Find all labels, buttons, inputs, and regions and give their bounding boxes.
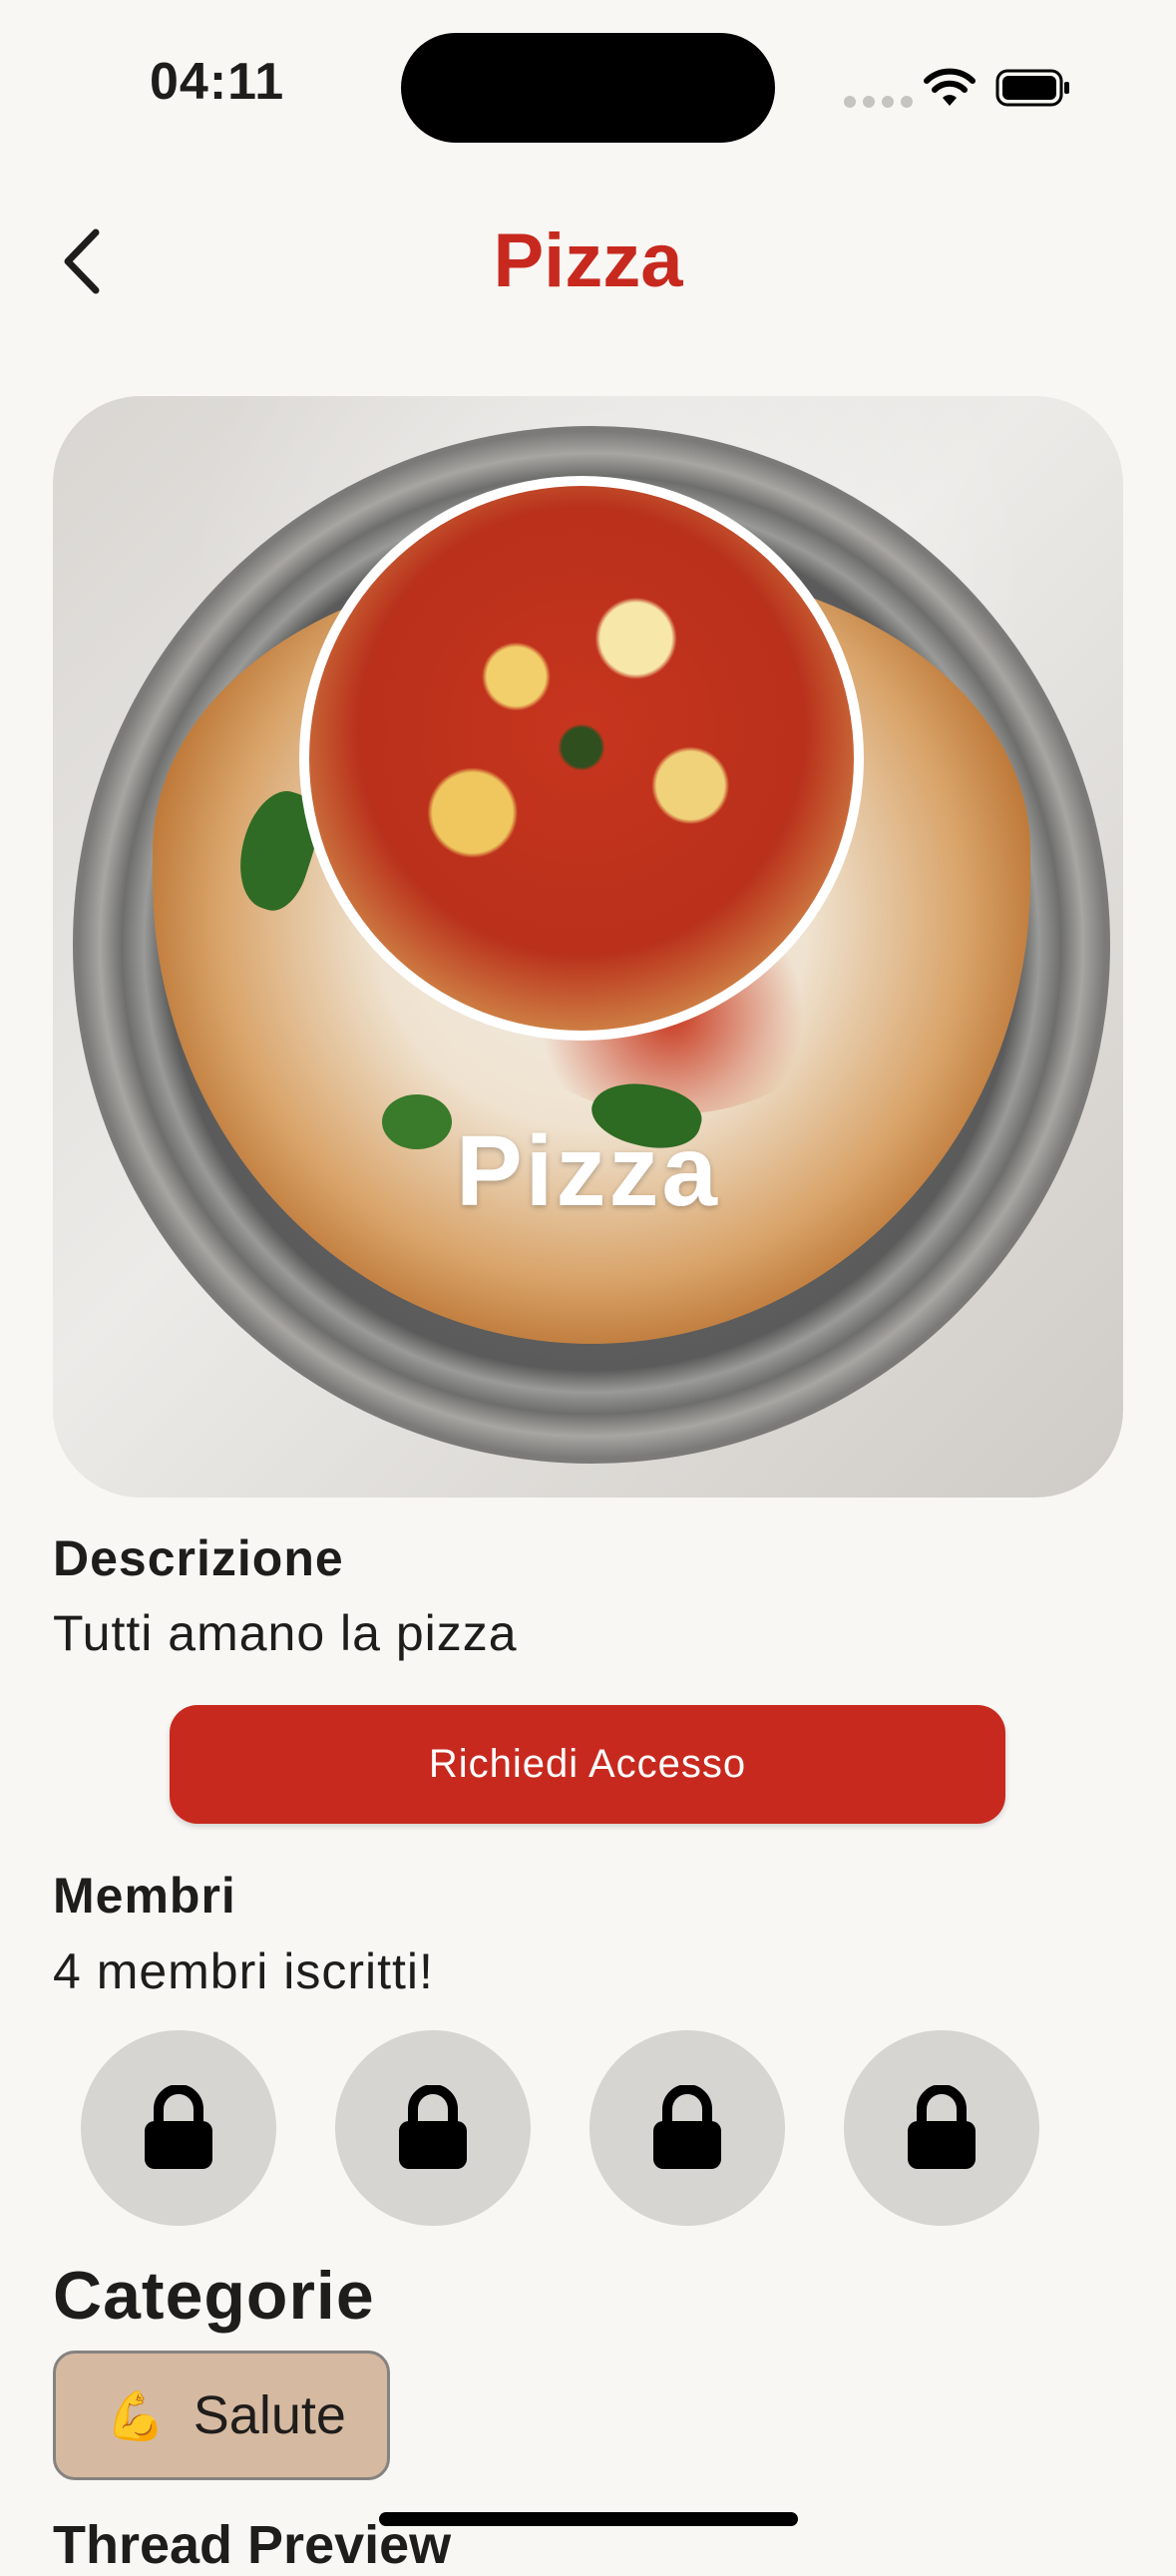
member-avatar[interactable] bbox=[335, 2030, 531, 2226]
flexed-biceps-icon: 💪 bbox=[106, 2389, 166, 2443]
hero-title: Pizza bbox=[455, 1115, 721, 1227]
member-avatar[interactable] bbox=[844, 2030, 1039, 2226]
member-avatar[interactable] bbox=[81, 2030, 276, 2226]
member-avatar[interactable] bbox=[589, 2030, 785, 2226]
categories-label: Categorie bbox=[53, 2258, 375, 2334]
request-access-button[interactable]: Richiedi Accesso bbox=[170, 1705, 1005, 1824]
description-label: Descrizione bbox=[53, 1530, 344, 1586]
cellular-signal-icon bbox=[844, 96, 913, 108]
description-text: Tutti amano la pizza bbox=[53, 1605, 518, 1661]
status-time: 04:11 bbox=[150, 53, 285, 111]
lock-icon bbox=[653, 2085, 721, 2169]
lock-icon bbox=[145, 2085, 212, 2169]
lock-icon bbox=[908, 2085, 976, 2169]
page-title: Pizza bbox=[493, 218, 683, 303]
dynamic-island bbox=[401, 33, 775, 143]
members-count: 4 membri iscritti! bbox=[53, 1943, 434, 1999]
home-indicator[interactable] bbox=[379, 2512, 798, 2526]
wifi-icon bbox=[924, 68, 976, 106]
lock-icon bbox=[399, 2085, 467, 2169]
battery-icon bbox=[995, 69, 1069, 107]
category-label: Salute bbox=[193, 2385, 346, 2445]
members-label: Membri bbox=[53, 1868, 236, 1924]
community-avatar bbox=[299, 476, 864, 1041]
members-list bbox=[81, 2030, 1039, 2226]
category-chip-salute[interactable]: 💪 Salute bbox=[53, 2351, 390, 2480]
hero-image: Pizza bbox=[53, 396, 1123, 1498]
